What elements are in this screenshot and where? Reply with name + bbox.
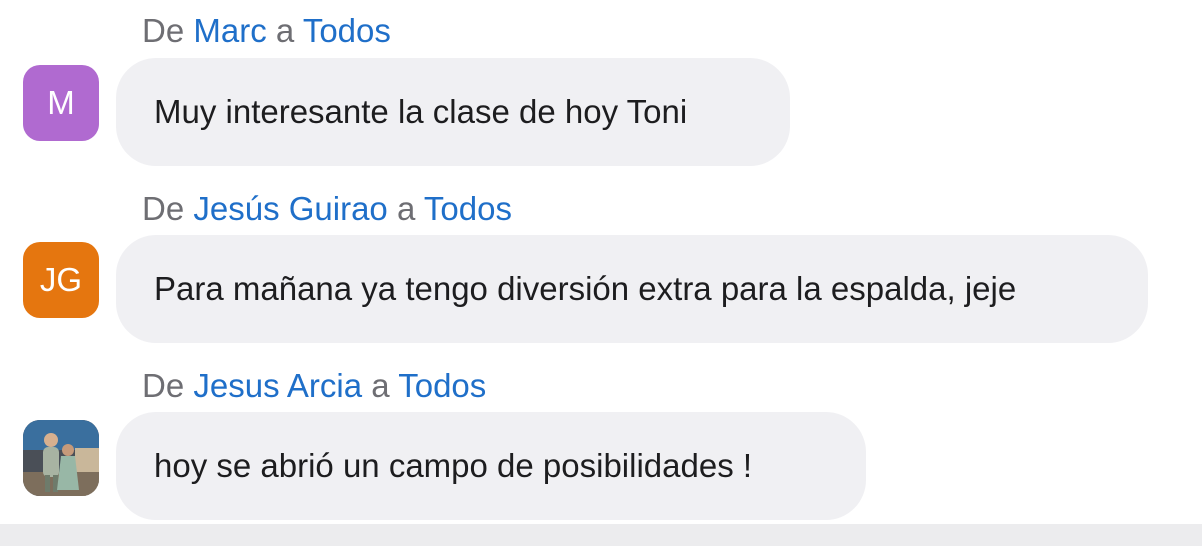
message-bubble[interactable]: Para mañana ya tengo diversión extra par… [116, 235, 1148, 343]
message-text: hoy se abrió un campo de posibilidades ! [154, 447, 753, 484]
message-header: De Jesús Guirao a Todos [142, 189, 512, 229]
message-bubble[interactable]: hoy se abrió un campo de posibilidades ! [116, 412, 866, 520]
chat-input-bar[interactable] [0, 524, 1202, 546]
to-label: a [371, 367, 390, 404]
recipient-name[interactable]: Todos [303, 12, 391, 49]
recipient-name[interactable]: Todos [424, 190, 512, 227]
avatar-initials: M [47, 84, 75, 121]
message-header: De Jesus Arcia a Todos [142, 366, 486, 406]
sender-name[interactable]: Jesús Guirao [193, 190, 387, 227]
avatar: JG [23, 242, 99, 318]
message-bubble[interactable]: Muy interesante la clase de hoy Toni [116, 58, 790, 166]
avatar-initials: JG [39, 261, 83, 298]
avatar [23, 420, 99, 496]
to-label: a [275, 12, 295, 49]
from-label: De [142, 12, 185, 49]
sender-name[interactable]: Marc [193, 12, 266, 49]
to-label: a [396, 190, 416, 227]
recipient-name[interactable]: Todos [398, 367, 486, 404]
sender-name[interactable]: Jesus Arcia [193, 367, 362, 404]
avatar: M [23, 65, 99, 141]
message-text: Muy interesante la clase de hoy Toni [154, 93, 688, 130]
chat-message-list: De Marc a Todos M Muy interesante la cla… [0, 0, 1202, 524]
message-text: Para mañana ya tengo diversión extra par… [154, 270, 1017, 307]
user-photo-icon [23, 420, 99, 496]
from-label: De [142, 190, 185, 227]
message-header: De Marc a Todos [142, 11, 391, 51]
from-label: De [142, 367, 185, 404]
